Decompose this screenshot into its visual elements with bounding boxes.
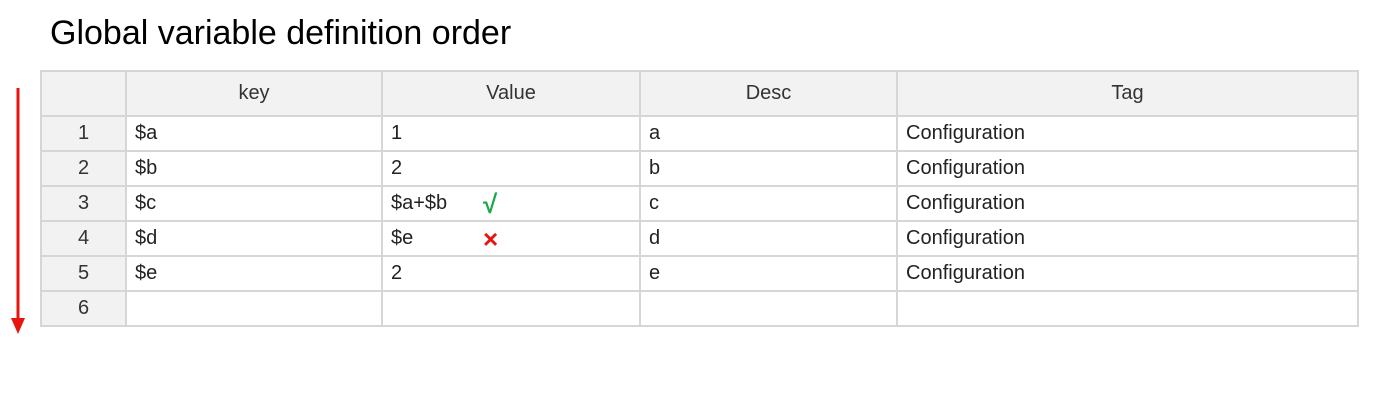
- desc-cell[interactable]: a: [639, 115, 898, 152]
- table-header-row: key Value Desc Tag: [40, 70, 1359, 117]
- key-cell[interactable]: $a: [125, 115, 383, 152]
- row-number[interactable]: 3: [40, 185, 127, 222]
- arrow-down-icon: [11, 88, 25, 334]
- desc-cell[interactable]: [639, 290, 898, 327]
- value-cell[interactable]: $a+$b √: [381, 185, 641, 222]
- table-row[interactable]: 5 $e 2 e Configuration: [40, 255, 1359, 292]
- value-cell[interactable]: $e ×: [381, 220, 641, 257]
- value-cell[interactable]: 2: [381, 255, 641, 292]
- value-cell[interactable]: 1: [381, 115, 641, 152]
- column-header-key[interactable]: key: [125, 70, 383, 117]
- row-number-header[interactable]: [40, 70, 127, 117]
- key-cell[interactable]: $c: [125, 185, 383, 222]
- value-cell[interactable]: 2: [381, 150, 641, 187]
- key-cell[interactable]: $b: [125, 150, 383, 187]
- desc-cell[interactable]: e: [639, 255, 898, 292]
- cross-icon: ×: [483, 223, 499, 254]
- column-header-value[interactable]: Value: [381, 70, 641, 117]
- table-row[interactable]: 3 $c $a+$b √ c Configuration: [40, 185, 1359, 222]
- column-header-tag[interactable]: Tag: [896, 70, 1359, 117]
- value-cell[interactable]: [381, 290, 641, 327]
- tag-cell[interactable]: Configuration: [896, 115, 1359, 152]
- key-cell[interactable]: $e: [125, 255, 383, 292]
- tag-cell[interactable]: Configuration: [896, 185, 1359, 222]
- table-row[interactable]: 6: [40, 290, 1359, 327]
- table-row[interactable]: 2 $b 2 b Configuration: [40, 150, 1359, 187]
- value-text: $a+$b: [391, 192, 448, 214]
- row-number[interactable]: 2: [40, 150, 127, 187]
- tag-cell[interactable]: Configuration: [896, 150, 1359, 187]
- table-row[interactable]: 4 $d $e × d Configuration: [40, 220, 1359, 257]
- page-title: Global variable definition order: [50, 14, 512, 52]
- table-row[interactable]: 1 $a 1 a Configuration: [40, 115, 1359, 152]
- column-header-desc[interactable]: Desc: [639, 70, 898, 117]
- tag-cell[interactable]: [896, 290, 1359, 327]
- tag-cell[interactable]: Configuration: [896, 255, 1359, 292]
- check-icon: √: [483, 188, 498, 219]
- variables-table: key Value Desc Tag 1 $a 1 a Configuratio…: [40, 70, 1359, 327]
- tag-cell[interactable]: Configuration: [896, 220, 1359, 257]
- key-cell[interactable]: $d: [125, 220, 383, 257]
- row-number[interactable]: 1: [40, 115, 127, 152]
- row-number[interactable]: 4: [40, 220, 127, 257]
- row-number[interactable]: 6: [40, 290, 127, 327]
- row-number[interactable]: 5: [40, 255, 127, 292]
- value-text: $e: [391, 227, 414, 249]
- desc-cell[interactable]: d: [639, 220, 898, 257]
- desc-cell[interactable]: b: [639, 150, 898, 187]
- key-cell[interactable]: [125, 290, 383, 327]
- desc-cell[interactable]: c: [639, 185, 898, 222]
